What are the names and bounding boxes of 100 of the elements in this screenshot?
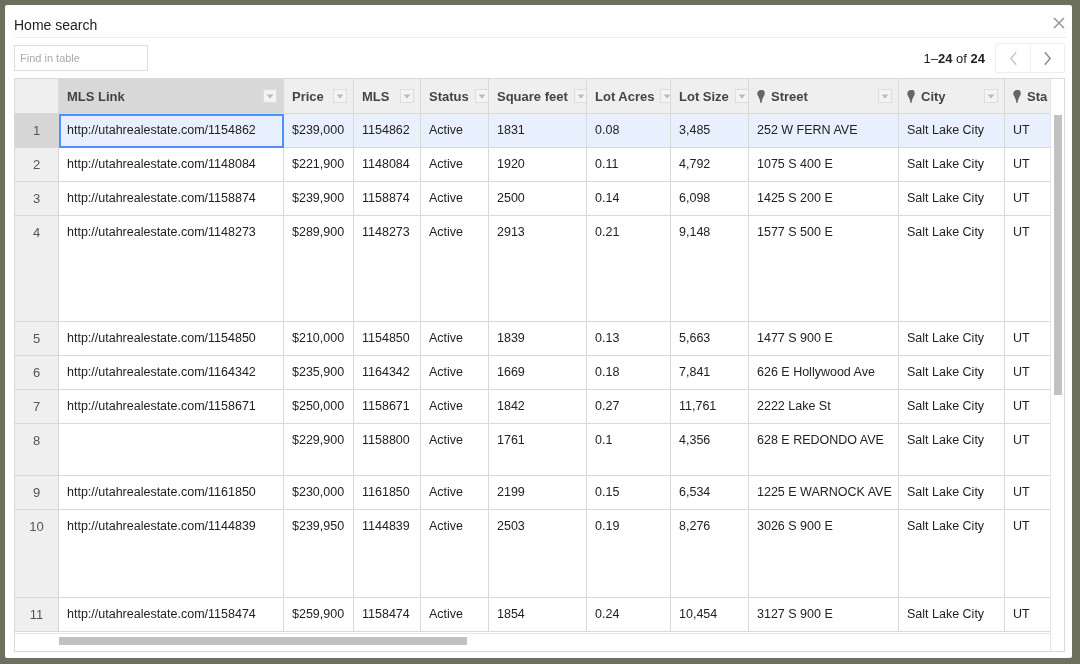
table-cell: UT <box>1013 225 1030 239</box>
table-cell: Active <box>429 519 464 533</box>
table-cell: UT <box>1013 485 1030 499</box>
table-cell: 1148273 <box>362 225 410 239</box>
table-row[interactable]: 9 http://utahrealestate.com/1161850 $230,000 1161850 Active 2199 0.15 6,534 1225 E WARNOCK AVE Salt Lake City UT <box>15 476 1050 510</box>
table-cell: 1225 E WARNOCK AVE <box>757 485 892 499</box>
table-cell: $239,950 <box>292 519 345 533</box>
table-cell: UT <box>1013 433 1030 447</box>
table-cell: UT <box>1013 399 1030 413</box>
pin-icon <box>757 89 765 103</box>
table-cell: 9,148 <box>679 225 711 239</box>
table-cell: http://utahrealestate.com/1158474 <box>67 607 256 621</box>
table-cell: 1144839 <box>362 519 410 533</box>
table-cell: 1425 S 200 E <box>757 191 833 205</box>
row-number: 2 <box>15 148 59 182</box>
table-row[interactable]: 1 http://utahrealestate.com/1154862 $239,000 1154862 Active 1831 0.08 3,485 252 W FERN AVE Salt Lake City UT <box>15 114 1050 148</box>
row-number: 8 <box>15 424 59 476</box>
table-cell: 0.18 <box>595 365 620 379</box>
table-cell: 0.21 <box>595 225 620 239</box>
table-cell: 0.11 <box>595 157 619 171</box>
table-cell: Salt Lake City <box>907 157 985 171</box>
table-cell: $210,000 <box>292 331 345 345</box>
row-number: 4 <box>15 216 59 322</box>
table-cell: $221,900 <box>292 157 345 171</box>
column-header[interactable]: Square feet <box>489 79 587 114</box>
table-cell: Salt Lake City <box>907 225 985 239</box>
column-header[interactable]: Price <box>284 79 354 114</box>
table-cell: Salt Lake City <box>907 365 985 379</box>
table-cell: 2500 <box>497 191 525 205</box>
column-header[interactable]: Street <box>749 79 899 114</box>
table-cell: 1577 S 500 E <box>757 225 833 239</box>
column-header[interactable]: Sta <box>1005 79 1050 114</box>
table-row[interactable]: 10 http://utahrealestate.com/1144839 $239,950 1144839 Active 2503 0.19 8,276 3026 S 900 E Salt Lake City UT <box>15 510 1050 598</box>
table-cell: 3,485 <box>679 123 711 137</box>
table-cell: 252 W FERN AVE <box>757 123 858 137</box>
column-header[interactable]: Lot Size <box>671 79 749 114</box>
table-cell: http://utahrealestate.com/1148273 <box>67 225 256 239</box>
dropdown-icon[interactable] <box>984 89 998 103</box>
dropdown-icon[interactable] <box>878 89 892 103</box>
table-cell: 1154862 <box>362 123 410 137</box>
table-cell: 0.08 <box>595 123 620 137</box>
table-cell: Active <box>429 433 464 447</box>
table-cell: 7,841 <box>679 365 711 379</box>
table-cell: 1161850 <box>362 485 410 499</box>
table-cell: UT <box>1013 519 1030 533</box>
table-cell: Active <box>429 225 464 239</box>
table-cell: Active <box>429 123 464 137</box>
table-cell: 2913 <box>497 225 525 239</box>
table-cell: 1154850 <box>362 331 410 345</box>
table-cell: http://utahrealestate.com/1158874 <box>67 191 256 205</box>
table-cell: 4,356 <box>679 433 711 447</box>
table-cell: http://utahrealestate.com/1164342 <box>67 365 256 379</box>
table-row[interactable]: 7 http://utahrealestate.com/1158671 $250,000 1158671 Active 1842 0.27 11,761 2222 Lake St Salt Lake City UT <box>15 390 1050 424</box>
row-number: 6 <box>15 356 59 390</box>
dropdown-icon[interactable] <box>333 89 347 103</box>
table-cell: Salt Lake City <box>907 607 985 621</box>
column-header[interactable]: MLS Link <box>59 79 284 114</box>
horizontal-scrollbar[interactable] <box>59 637 467 645</box>
table-row[interactable]: 8 $229,900 1158800 Active 1761 0.1 4,356 628 E REDONDO AVE Salt Lake City UT <box>15 424 1050 476</box>
dropdown-icon[interactable] <box>263 89 277 103</box>
column-header[interactable]: Status <box>421 79 489 114</box>
table-cell: $289,900 <box>292 225 345 239</box>
table-cell: Salt Lake City <box>907 331 985 345</box>
table-cell: Active <box>429 607 464 621</box>
pin-icon <box>907 89 915 103</box>
dropdown-icon[interactable] <box>660 89 670 103</box>
dropdown-icon[interactable] <box>573 89 586 103</box>
table-cell: $239,900 <box>292 191 345 205</box>
close-icon[interactable] <box>1053 17 1065 29</box>
table-cell: 1164342 <box>362 365 410 379</box>
table-cell: $235,900 <box>292 365 345 379</box>
row-number: 11 <box>15 598 59 632</box>
table-cell: Salt Lake City <box>907 485 985 499</box>
table-cell: 0.19 <box>595 519 620 533</box>
table-cell: 1477 S 900 E <box>757 331 833 345</box>
table-cell: 10,454 <box>679 607 718 621</box>
table-cell: 6,098 <box>679 191 711 205</box>
table-cell: 3127 S 900 E <box>757 607 833 621</box>
table-cell: 1842 <box>497 399 525 413</box>
table-row[interactable]: 11 http://utahrealestate.com/1158474 $259,900 1158474 Active 1854 0.24 10,454 3127 S 900 E Salt Lake City UT <box>15 598 1050 632</box>
table-cell: 1761 <box>497 433 525 447</box>
chevron-right-icon <box>1043 50 1052 66</box>
table-cell: 1148084 <box>362 157 410 171</box>
vertical-scrollbar[interactable] <box>1054 115 1062 395</box>
dropdown-icon[interactable] <box>400 89 414 103</box>
table-cell: Active <box>429 485 464 499</box>
column-header[interactable]: Lot Acres <box>587 79 671 114</box>
table-cell: UT <box>1013 365 1030 379</box>
table-cell: 1158874 <box>362 191 410 205</box>
row-number: 7 <box>15 390 59 424</box>
dropdown-icon[interactable] <box>474 89 488 103</box>
column-header[interactable]: MLS <box>354 79 421 114</box>
column-header[interactable]: City <box>899 79 1005 114</box>
next-page-button[interactable] <box>1030 44 1064 72</box>
table-cell: http://utahrealestate.com/1144839 <box>67 519 256 533</box>
table-cell: Active <box>429 191 464 205</box>
search-field[interactable]: Find in table <box>14 45 148 71</box>
table-cell: UT <box>1013 157 1030 171</box>
dropdown-icon[interactable] <box>734 89 748 103</box>
table-cell: 1075 S 400 E <box>757 157 833 171</box>
